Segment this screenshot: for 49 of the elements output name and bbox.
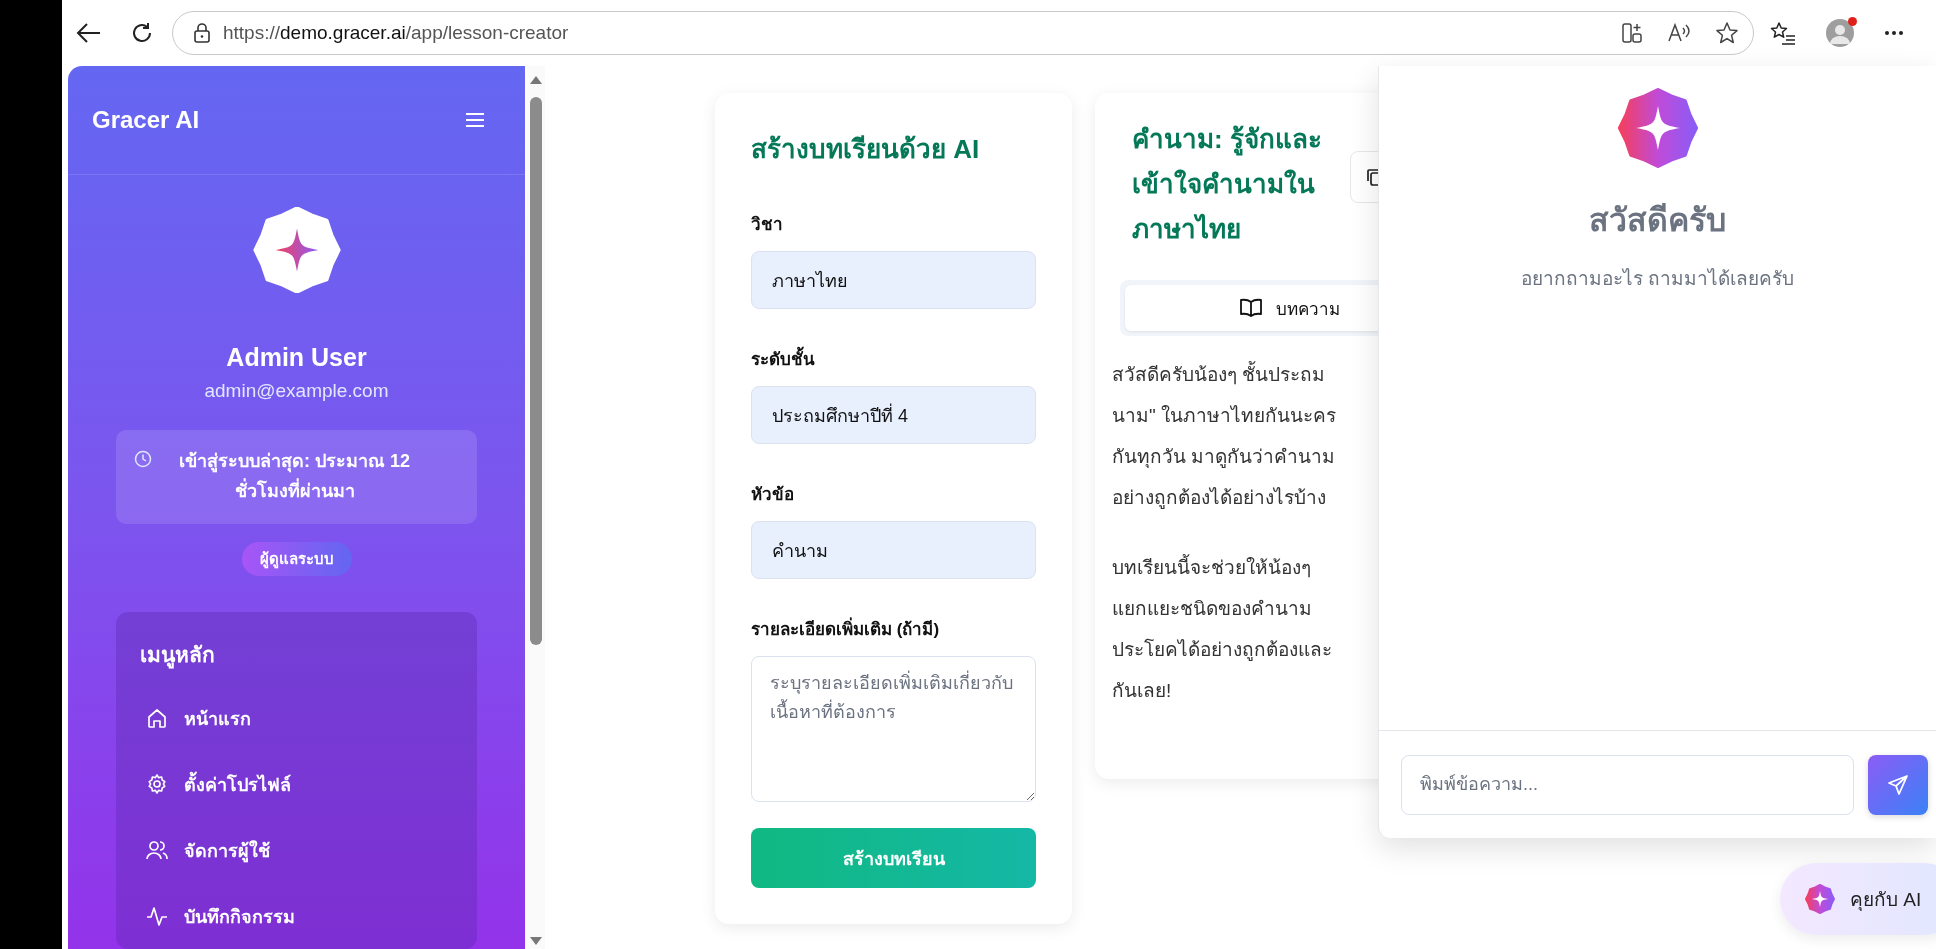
ai-logo-icon [1804,883,1836,915]
menu-title: เมนูหลัก [140,638,453,671]
clock-icon [134,450,152,468]
field-label: ระดับชั้น [751,345,1036,372]
field-label: วิชา [751,214,784,236]
lesson-paragraph: สวัสดีครับน้องๆ ชั้นประถม นาม" ในภาษาไทยกันนะคร กันทุกวัน มาดูกันว่าคำนาม อย่างถูกต้องได้อย่างไรบ้าง [1112,354,1378,518]
input-field[interactable]: ภาษาไทย [751,251,1036,309]
activity-icon [146,905,168,927]
scrollbar[interactable] [527,66,545,949]
chat-launcher-button[interactable]: คุยกับ AI [1780,863,1936,935]
read-aloud-icon[interactable] [1667,22,1691,44]
gear-icon [146,773,168,795]
users-icon [146,839,168,861]
url-text: https://demo.gracer.ai/app/lesson-creator [223,22,570,44]
ai-logo-icon [1617,88,1698,168]
reload-icon[interactable] [130,21,154,45]
input-field[interactable]: คำนาม [751,521,1036,579]
role-badge: ผู้ดูแลระบบ [241,542,352,576]
home-icon [146,707,168,729]
chat-subtitle: อยากถามอะไร ถามมาได้เลยครับ [1520,267,1795,291]
back-icon[interactable] [76,22,102,44]
more-icon[interactable] [1884,30,1904,36]
profile-avatar[interactable] [1826,19,1854,47]
menu-item[interactable]: จัดการผู้ใช้ [140,817,453,883]
details-textarea[interactable]: ระบุรายละเอียดเพิ่มเติมเกี่ยวกับเนื้อหาที่ต้องการ [751,656,1036,802]
star-icon[interactable] [1715,21,1739,45]
user-name: Admin User [226,343,367,372]
message-input[interactable]: พิมพ์ข้อความ... [1401,754,1854,815]
brand-name: Gracer AI [92,106,200,134]
split-screen-icon[interactable] [1621,22,1643,44]
article-tab[interactable]: บทความ [1125,285,1378,331]
menu-item[interactable]: ตั้งค่าโปรไฟล์ [140,751,453,817]
menu-item[interactable]: หน้าแรก [140,685,453,751]
lesson-title: คำนาม: รู้จักและเข้าใจคำนามใน ภาษาไทย [1132,123,1323,246]
menu-icon[interactable] [465,112,485,128]
send-button[interactable] [1868,754,1928,815]
lock-icon[interactable] [193,23,211,43]
form-title: สร้างบทเรียนด้วย AI [751,133,981,166]
chat-greeting: สวัสดีครับ [1589,201,1726,240]
lesson-paragraph: บทเรียนนี้จะช่วยให้น้องๆ แยกแยะชนิดของคำนาม ประโยคได้อย่างถูกต้องและ กันเลย! [1112,547,1378,711]
user-email: admin@example.com [204,380,389,402]
field-label: หัวข้อ [751,484,795,506]
book-icon [1240,298,1262,318]
input-field[interactable]: ประถมศึกษาปีที่ 4 [751,386,1036,444]
menu-item[interactable]: บันทึกกิจกรรม [140,883,453,949]
favorites-icon[interactable] [1770,21,1796,45]
last-login-text: เข้าสู่ระบบล่าสุด: ประมาณ 12 ชั่วโมงที่ผ่านมา [178,450,411,503]
field-label: รายละเอียดเพิ่มเติม (ถ้ามี) [751,615,1036,642]
send-icon [1887,773,1909,796]
